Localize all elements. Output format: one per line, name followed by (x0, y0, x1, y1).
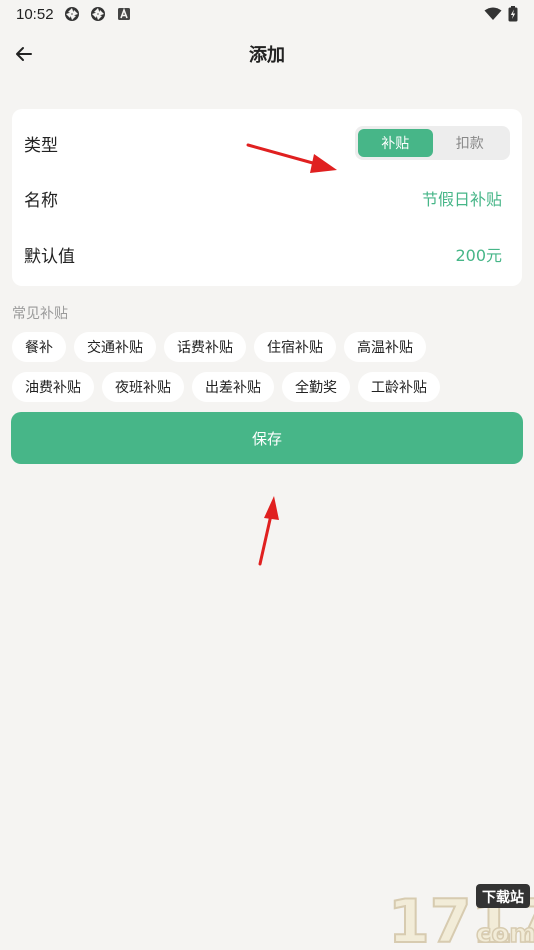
annotation-arrow-icon (246, 143, 337, 173)
battery-charging-icon (508, 6, 518, 22)
page-title: 添加 (249, 45, 285, 66)
chip-business-trip[interactable]: 出差补贴 (192, 372, 274, 402)
chip-full-attendance[interactable]: 全勤奖 (282, 372, 350, 402)
wifi-icon (484, 7, 502, 20)
chip-transport[interactable]: 交通补贴 (74, 332, 156, 362)
default-value-row[interactable]: 默认值 200元 (12, 226, 522, 282)
common-subsidies-chips: 餐补 交通补贴 话费补贴 住宿补贴 高温补贴 油费补贴 夜班补贴 出差补贴 全勤… (12, 332, 532, 412)
chip-fuel[interactable]: 油费补贴 (12, 372, 94, 402)
chip-high-temp[interactable]: 高温补贴 (344, 332, 426, 362)
name-label: 名称 (24, 190, 58, 211)
chip-row-1: 餐补 交通补贴 话费补贴 住宿补贴 高温补贴 (12, 332, 532, 362)
type-option-deduction[interactable]: 扣款 (433, 129, 508, 157)
chip-row-2: 油费补贴 夜班补贴 出差补贴 全勤奖 工龄补贴 (12, 372, 532, 402)
aperture-icon (90, 7, 105, 21)
common-subsidies-label: 常见补贴 (12, 306, 68, 322)
name-value[interactable]: 节假日补贴 (422, 186, 510, 210)
default-value-value[interactable]: 200元 (455, 242, 510, 266)
status-time: 10:52 (16, 5, 54, 23)
save-button[interactable]: 保存 (11, 412, 523, 464)
app-bar: 添加 (0, 28, 534, 80)
status-right (484, 6, 518, 22)
default-value-label: 默认值 (24, 246, 75, 267)
site-watermark-logo: 17178 下载站 com (387, 884, 534, 950)
arrow-left-icon (16, 47, 32, 61)
aperture-icon (64, 7, 79, 21)
chip-night-shift[interactable]: 夜班补贴 (102, 372, 184, 402)
annotation-arrow-icon (258, 496, 279, 566)
status-bar: 10:52 (0, 0, 534, 28)
watermark-suffix: com (476, 919, 534, 949)
back-button[interactable] (8, 38, 40, 70)
chip-seniority[interactable]: 工龄补贴 (358, 372, 440, 402)
watermark-badge: 下载站 (482, 889, 524, 906)
status-left: 10:52 (16, 6, 132, 23)
chip-meal[interactable]: 餐补 (12, 332, 66, 362)
type-option-subsidy[interactable]: 补贴 (358, 129, 433, 157)
chip-phone[interactable]: 话费补贴 (164, 332, 246, 362)
type-label: 类型 (24, 135, 58, 156)
type-segmented-control: 补贴 扣款 (355, 126, 510, 160)
a-badge-icon (117, 7, 130, 20)
chip-housing[interactable]: 住宿补贴 (254, 332, 336, 362)
